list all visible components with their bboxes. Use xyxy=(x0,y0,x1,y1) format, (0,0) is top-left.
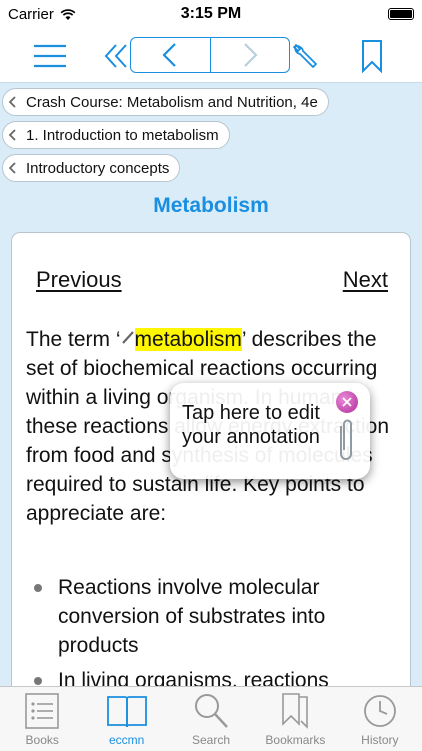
tools-button[interactable] xyxy=(290,36,320,76)
tab-search[interactable]: Search xyxy=(169,687,253,751)
previous-link[interactable]: Previous xyxy=(36,267,122,293)
wrench-icon xyxy=(293,44,317,68)
search-icon xyxy=(195,694,228,728)
pencil-icon xyxy=(121,331,134,344)
bookmarks-icon xyxy=(282,693,309,729)
page-nav-segment xyxy=(130,37,290,73)
paperclip-icon xyxy=(340,419,352,460)
list-icon xyxy=(25,693,60,729)
tab-label: History xyxy=(361,733,399,747)
chevron-left-icon xyxy=(9,129,17,141)
double-chevron-left-icon xyxy=(104,44,127,68)
battery-level xyxy=(390,10,412,18)
menu-button[interactable] xyxy=(28,36,72,76)
breadcrumb-label: Crash Course: Metabolism and Nutrition, … xyxy=(26,93,318,111)
chevron-left-icon xyxy=(162,43,177,67)
bookmark-button[interactable] xyxy=(358,36,386,76)
open-book-icon xyxy=(106,696,147,728)
prev-page-button[interactable] xyxy=(131,38,210,72)
status-time: 3:15 PM xyxy=(180,5,242,22)
tab-eccmn[interactable]: eccmn xyxy=(84,687,168,751)
toolbar xyxy=(0,30,422,83)
close-icon xyxy=(342,397,352,407)
annotation-text: Tap here to edit your annotation xyxy=(182,402,320,448)
highlighted-term[interactable]: metabolism xyxy=(134,328,242,351)
battery-icon xyxy=(388,8,414,20)
back-button[interactable] xyxy=(102,36,130,76)
tab-bar: Books eccmn Search Bookmarks History xyxy=(0,686,422,751)
bookmark-icon xyxy=(362,40,382,73)
menu-icon xyxy=(34,44,66,68)
tab-label: Search xyxy=(192,733,231,747)
list-item: Reactions involve molecular conversion o… xyxy=(26,573,402,660)
chevron-left-icon xyxy=(9,162,17,174)
history-clock-icon xyxy=(363,695,396,727)
breadcrumb-label: 1. Introduction to metabolism xyxy=(26,126,219,144)
tab-label: Books xyxy=(25,733,59,747)
annotation-close-button[interactable] xyxy=(336,391,358,413)
tab-label: eccmn xyxy=(108,733,145,747)
tab-bookmarks[interactable]: Bookmarks xyxy=(253,687,337,751)
section-title: Metabolism xyxy=(153,194,269,217)
tab-history[interactable]: History xyxy=(338,687,422,751)
next-page-button[interactable] xyxy=(209,38,290,72)
breadcrumb-chapter[interactable]: 1. Introduction to metabolism xyxy=(2,121,230,149)
chevron-left-icon xyxy=(9,96,17,108)
breadcrumb-book[interactable]: Crash Course: Metabolism and Nutrition, … xyxy=(2,88,329,116)
breadcrumb-label: Introductory concepts xyxy=(26,159,170,177)
key-points-list: Reactions involve molecular conversion o… xyxy=(26,573,402,701)
status-bar: Carrier 3:15 PM xyxy=(0,0,422,30)
tab-label: Bookmarks xyxy=(265,733,326,747)
text-fragment: The term ‘ xyxy=(26,328,121,351)
next-link[interactable]: Next xyxy=(343,267,388,293)
breadcrumb-section[interactable]: Introductory concepts xyxy=(2,154,181,182)
tab-books[interactable]: Books xyxy=(0,687,84,751)
chevron-right-icon xyxy=(243,43,258,67)
